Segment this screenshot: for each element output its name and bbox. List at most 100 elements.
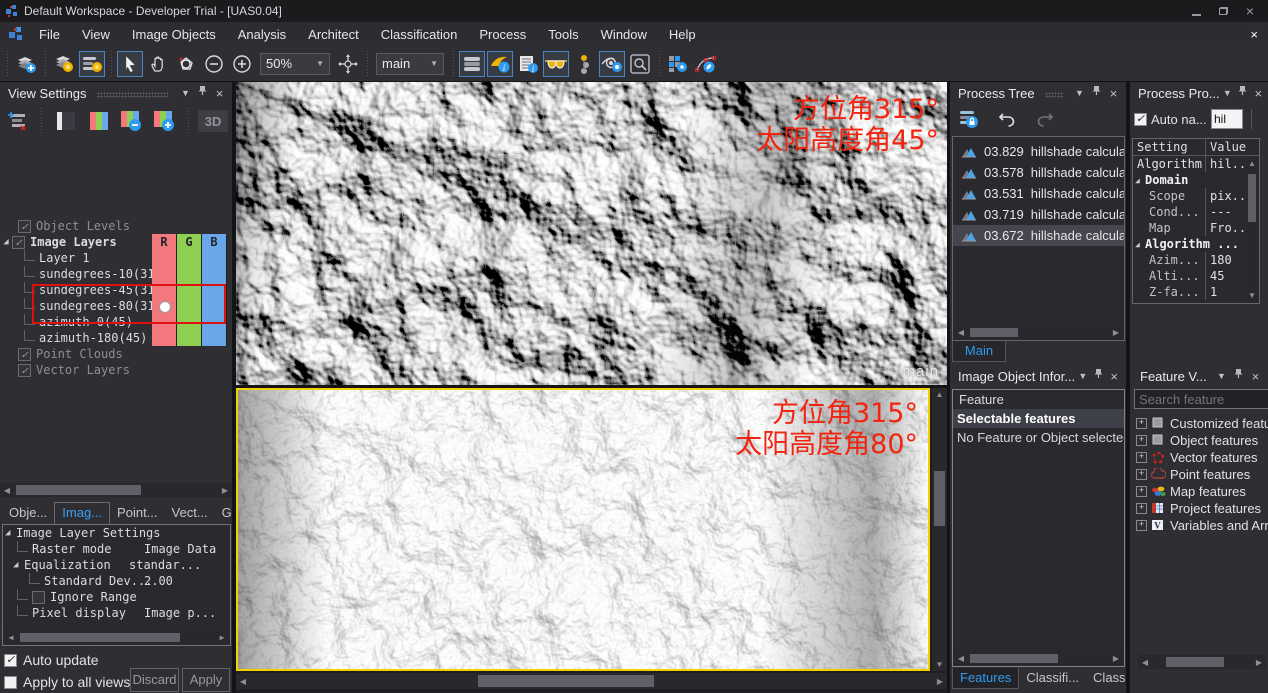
- process-name-input[interactable]: [1211, 109, 1243, 129]
- menu-view[interactable]: View: [71, 27, 121, 42]
- channel-cell[interactable]: [152, 282, 177, 298]
- channel-cell[interactable]: [152, 330, 177, 346]
- channel-cell[interactable]: [152, 250, 177, 266]
- feature-group[interactable]: + Object features: [1134, 432, 1268, 449]
- expander-icon[interactable]: ◢: [1133, 176, 1145, 185]
- feature-group[interactable]: + Project features: [1134, 500, 1268, 517]
- pan-hand-button[interactable]: [145, 51, 171, 77]
- menu-tools[interactable]: Tools: [537, 27, 589, 42]
- view-layers-button[interactable]: [459, 51, 485, 77]
- tree-item-vector-layers[interactable]: ✓ Vector Layers: [0, 362, 232, 378]
- scroll-left-icon[interactable]: ◀: [236, 675, 250, 688]
- prop-row[interactable]: Alti... 45: [1133, 268, 1259, 284]
- scrollbar-thumb[interactable]: [1166, 657, 1224, 667]
- channel-cell[interactable]: [177, 282, 202, 298]
- find-zoom-dialog-button[interactable]: [627, 51, 653, 77]
- expander-icon[interactable]: ◢: [1133, 240, 1145, 249]
- scrollbar-track[interactable]: [14, 483, 218, 497]
- feature-group[interactable]: + V Variables and Arrays: [1134, 517, 1268, 534]
- scroll-down-icon[interactable]: ▼: [933, 658, 947, 671]
- active-channel-radio[interactable]: [159, 301, 171, 313]
- prop-row[interactable]: Scope pix...: [1133, 188, 1259, 204]
- prop-group-row[interactable]: ◢ Domain: [1133, 172, 1259, 188]
- horizontal-scrollbar[interactable]: ◀ ▶: [4, 631, 229, 644]
- expand-plus-icon[interactable]: +: [1136, 435, 1147, 446]
- expand-plus-icon[interactable]: +: [1136, 469, 1147, 480]
- object-hierarchy-button[interactable]: [571, 51, 597, 77]
- menu-file[interactable]: File: [28, 27, 71, 42]
- view-settings-eye-button[interactable]: [599, 51, 625, 77]
- prop-root-row[interactable]: ◢ Image Layer Settings: [3, 525, 230, 541]
- zoom-out-button[interactable]: [201, 51, 227, 77]
- map-view-bottom-image-area[interactable]: 方位角315° 太阳高度角80°: [236, 388, 930, 671]
- view-selector-combo[interactable]: main ▼: [376, 53, 444, 75]
- checkbox[interactable]: ✓: [18, 348, 31, 361]
- vertical-scrollbar[interactable]: ▲ ▼: [932, 388, 947, 671]
- snippets-button[interactable]: [957, 107, 981, 131]
- view-project-info-button[interactable]: i: [515, 51, 541, 77]
- single-layer-grayscale-button[interactable]: [53, 108, 79, 134]
- prop-row[interactable]: Standard Dev... 2.00: [3, 573, 230, 589]
- expander-icon[interactable]: ◢: [13, 560, 24, 570]
- auto-name-checkbox[interactable]: ✓: [1134, 113, 1147, 126]
- edit-layer-mixing-button[interactable]: [5, 108, 31, 134]
- prop-row[interactable]: ◢ Equalization standar...: [3, 557, 230, 573]
- toolbar-grip[interactable]: [109, 51, 113, 77]
- process-item-selected[interactable]: 03.672 hillshade calculation: [953, 225, 1124, 246]
- channel-cell[interactable]: [177, 266, 202, 282]
- prop-row[interactable]: Cond... ---: [1133, 204, 1259, 220]
- previous-layer-button[interactable]: [119, 108, 145, 134]
- pin-icon[interactable]: [1088, 85, 1105, 102]
- toolbar-grip[interactable]: [657, 51, 661, 77]
- workspace-grid-settings-button[interactable]: [665, 51, 691, 77]
- checkbox[interactable]: ✓: [12, 236, 25, 249]
- toggle-3d-button[interactable]: 3D: [198, 110, 228, 132]
- scroll-right-icon[interactable]: ▶: [215, 631, 229, 644]
- channel-cell[interactable]: [177, 314, 202, 330]
- channel-cell[interactable]: [202, 330, 227, 346]
- tab-image[interactable]: Imag...: [54, 502, 110, 524]
- tab-vector[interactable]: Vect...: [165, 503, 215, 523]
- feature-group[interactable]: + Point features: [1134, 466, 1268, 483]
- prop-row[interactable]: Algorithm hil...: [1133, 156, 1259, 172]
- toolbar-grip[interactable]: [365, 51, 369, 77]
- toolbar-grip[interactable]: [186, 108, 190, 134]
- apply-button[interactable]: Apply: [182, 668, 230, 692]
- scroll-right-icon[interactable]: ▶: [1109, 652, 1123, 665]
- scroll-right-icon[interactable]: ▶: [1109, 326, 1123, 339]
- process-item[interactable]: 03.578 hillshade calculation: [953, 162, 1124, 183]
- menu-help[interactable]: Help: [658, 27, 707, 42]
- close-icon[interactable]: ×: [211, 85, 228, 102]
- selected-feature-row[interactable]: Selectable features: [953, 409, 1124, 428]
- scrollbar-thumb[interactable]: [20, 633, 180, 642]
- panel-drag-handle[interactable]: [1045, 92, 1063, 98]
- prop-row[interactable]: Map Fro...: [1133, 220, 1259, 236]
- channel-cell[interactable]: [152, 314, 177, 330]
- menu-process[interactable]: Process: [468, 27, 537, 42]
- auto-update-checkbox[interactable]: ✓: [4, 654, 17, 667]
- scroll-left-icon[interactable]: ◀: [1138, 656, 1152, 669]
- scrollbar-thumb[interactable]: [478, 675, 654, 687]
- scrollbar-thumb[interactable]: [1248, 174, 1256, 222]
- channel-cell[interactable]: [202, 298, 227, 314]
- expander-icon[interactable]: ◢: [5, 528, 16, 538]
- process-item[interactable]: 03.829 hillshade calculation: [953, 141, 1124, 162]
- zoom-level-combo[interactable]: 50% ▼: [260, 53, 330, 75]
- scrollbar-track[interactable]: [1246, 170, 1258, 289]
- scrollbar-thumb[interactable]: [970, 328, 1018, 337]
- process-item[interactable]: 03.531 hillshade calculation: [953, 183, 1124, 204]
- scrollbar-thumb[interactable]: [16, 485, 141, 495]
- chevron-down-icon[interactable]: ▼: [1213, 368, 1230, 385]
- scrollbar-track[interactable]: [968, 652, 1109, 665]
- scroll-up-icon[interactable]: ▲: [1246, 157, 1258, 170]
- toolbar-grip[interactable]: [40, 108, 44, 134]
- chevron-down-icon[interactable]: ▼: [177, 85, 194, 102]
- menu-classification[interactable]: Classification: [370, 27, 469, 42]
- tree-item-object-levels[interactable]: ✓ Object Levels: [0, 218, 232, 234]
- tab-classification[interactable]: Classifi...: [1019, 668, 1086, 688]
- close-icon[interactable]: ×: [1251, 85, 1266, 102]
- redo-icon[interactable]: [1033, 107, 1057, 131]
- workspace-list-button[interactable]: [79, 51, 105, 77]
- zoom-in-button[interactable]: [229, 51, 255, 77]
- scrollbar-track[interactable]: [18, 631, 215, 644]
